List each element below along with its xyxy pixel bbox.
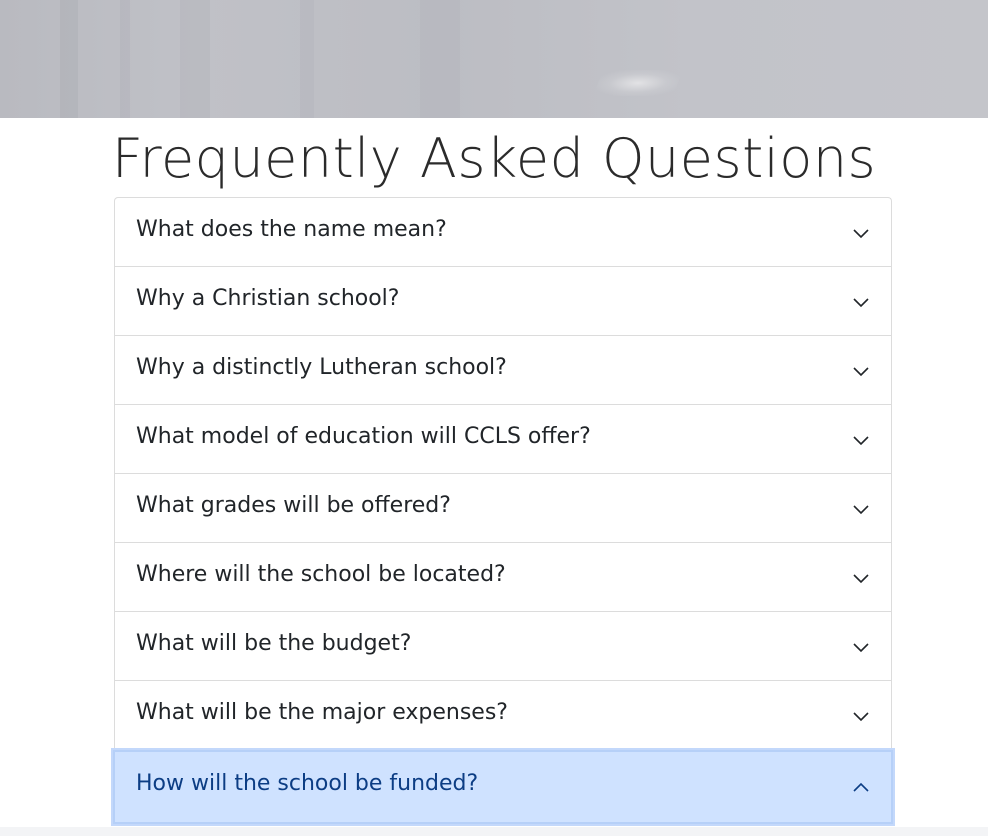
chevron-down-icon xyxy=(853,367,869,377)
faq-question: What does the name mean? xyxy=(136,217,447,242)
hero-banner-image xyxy=(0,0,988,118)
faq-item[interactable]: What will be the major expenses? xyxy=(115,681,891,750)
faq-item[interactable]: Why a Christian school? xyxy=(115,267,891,336)
faq-question: How will the school be funded? xyxy=(136,771,479,796)
faq-item[interactable]: What grades will be offered? xyxy=(115,474,891,543)
faq-item[interactable]: What model of education will CCLS offer? xyxy=(115,405,891,474)
chevron-down-icon xyxy=(853,505,869,515)
faq-accordion: What does the name mean? Why a Christian… xyxy=(113,197,893,824)
page-title: Frequently Asked Questions xyxy=(111,127,877,190)
chevron-down-icon xyxy=(853,436,869,446)
chevron-down-icon xyxy=(853,643,869,653)
faq-question: What model of education will CCLS offer? xyxy=(136,424,591,449)
faq-question: What will be the budget? xyxy=(136,631,412,656)
faq-item[interactable]: What does the name mean? xyxy=(115,198,891,267)
faq-question: Why a distinctly Lutheran school? xyxy=(136,355,507,380)
chevron-down-icon xyxy=(853,574,869,584)
chevron-up-icon xyxy=(853,782,869,792)
chevron-down-icon xyxy=(853,229,869,239)
faq-question: What will be the major expenses? xyxy=(136,700,508,725)
page-bottom-edge xyxy=(0,827,988,836)
faq-item[interactable]: What will be the budget? xyxy=(115,612,891,681)
faq-item[interactable]: Where will the school be located? xyxy=(115,543,891,612)
faq-question: Where will the school be located? xyxy=(136,562,506,587)
faq-item[interactable]: Why a distinctly Lutheran school? xyxy=(115,336,891,405)
faq-question: Why a Christian school? xyxy=(136,286,400,311)
faq-item-active[interactable]: How will the school be funded? xyxy=(113,750,893,824)
chevron-down-icon xyxy=(853,712,869,722)
faq-question: What grades will be offered? xyxy=(136,493,451,518)
chevron-down-icon xyxy=(853,298,869,308)
